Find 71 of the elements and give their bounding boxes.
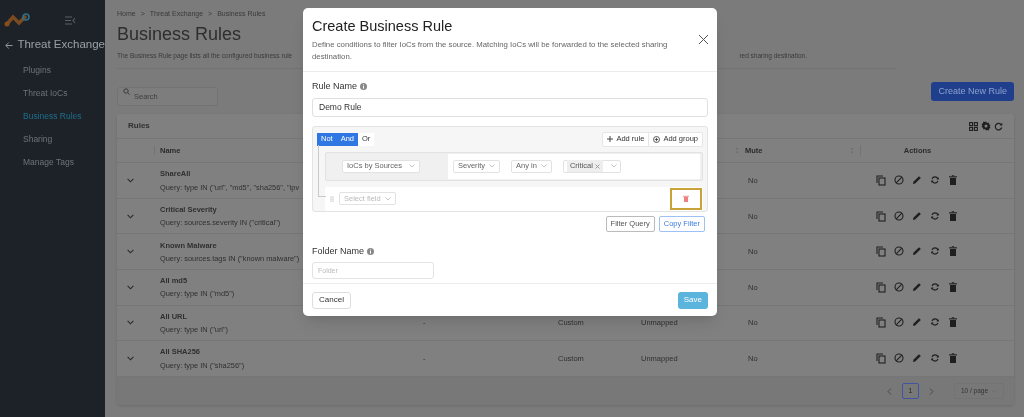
sync-icon[interactable] <box>930 175 940 187</box>
trash-icon[interactable] <box>948 353 958 364</box>
page-title: Business Rules <box>117 22 242 45</box>
caret-icon <box>384 196 391 201</box>
block-icon[interactable] <box>894 317 904 329</box>
expand-chevron-icon[interactable] <box>127 356 134 361</box>
expand-chevron-icon[interactable] <box>127 284 134 290</box>
info-icon <box>367 247 375 255</box>
remove-tag-icon[interactable] <box>594 163 600 169</box>
trash-icon[interactable] <box>948 281 958 293</box>
expand-chevron-icon[interactable] <box>127 178 134 184</box>
trash-icon <box>683 195 689 202</box>
delete-rule-button[interactable] <box>670 187 702 210</box>
trash-icon[interactable] <box>948 317 958 329</box>
pencil-icon[interactable] <box>912 175 922 187</box>
create-new-rule-button[interactable]: Create New Rule <box>931 82 1014 102</box>
settings-icon[interactable] <box>981 121 991 132</box>
block-icon[interactable] <box>894 210 904 222</box>
table-title: Rules <box>128 120 150 133</box>
save-button[interactable]: Save <box>677 291 708 309</box>
rule-name-field[interactable]: Demo Rule <box>312 97 708 117</box>
caret-icon <box>409 164 415 168</box>
refresh-icon[interactable] <box>994 121 1003 131</box>
back-link[interactable]: Threat Exchange <box>0 34 105 56</box>
trash-icon[interactable] <box>948 246 958 258</box>
caret-icon <box>610 164 617 168</box>
expand-chevron-icon[interactable] <box>127 213 134 219</box>
copy-icon[interactable] <box>876 210 886 222</box>
field-label: Folder Name <box>312 244 365 258</box>
sync-icon[interactable] <box>930 210 940 222</box>
dialog-title: Create Business Rule <box>312 17 454 35</box>
pencil-icon[interactable] <box>912 281 922 293</box>
expand-chevron-icon[interactable] <box>127 249 134 255</box>
menu-collapse-icon[interactable] <box>65 15 76 25</box>
expand-chevron-icon[interactable] <box>127 320 134 326</box>
plus-icon <box>607 136 614 142</box>
block-icon[interactable] <box>894 281 904 293</box>
copy-icon[interactable] <box>876 175 886 187</box>
pencil-icon[interactable] <box>912 246 922 258</box>
field-label: Rule Name <box>312 80 358 93</box>
pencil-icon[interactable] <box>912 317 922 329</box>
search-icon <box>123 88 130 96</box>
cancel-button[interactable]: Cancel <box>312 291 351 309</box>
sync-icon[interactable] <box>930 353 940 364</box>
logo-icon <box>4 13 30 27</box>
sidebar-item[interactable]: Business Rules <box>0 105 105 128</box>
info-icon <box>360 83 368 91</box>
sync-icon[interactable] <box>930 246 940 258</box>
block-icon[interactable] <box>894 353 904 364</box>
sidebar-item[interactable]: Sharing <box>0 128 105 151</box>
plus-circle-icon <box>653 135 661 143</box>
sidebar-item[interactable]: Threat IoCs <box>0 82 105 105</box>
grid-view-icon[interactable] <box>969 121 978 131</box>
trash-icon[interactable] <box>948 210 958 222</box>
block-icon[interactable] <box>894 246 904 258</box>
sidebar-item[interactable]: Plugins <box>0 59 105 82</box>
copy-icon[interactable] <box>876 353 886 364</box>
copy-icon[interactable] <box>876 281 886 293</box>
pencil-icon[interactable] <box>912 353 922 364</box>
pencil-icon[interactable] <box>912 210 922 222</box>
sync-icon[interactable] <box>930 317 940 329</box>
copy-icon[interactable] <box>876 317 886 329</box>
close-icon[interactable] <box>698 34 709 45</box>
caret-icon <box>489 164 496 168</box>
copy-icon[interactable] <box>876 246 886 258</box>
block-icon[interactable] <box>894 175 904 187</box>
sync-icon[interactable] <box>930 281 940 293</box>
back-arrow-icon <box>5 40 14 50</box>
sidebar-item[interactable]: Manage Tags <box>0 151 105 174</box>
caret-icon <box>540 164 547 168</box>
trash-icon[interactable] <box>948 175 958 187</box>
